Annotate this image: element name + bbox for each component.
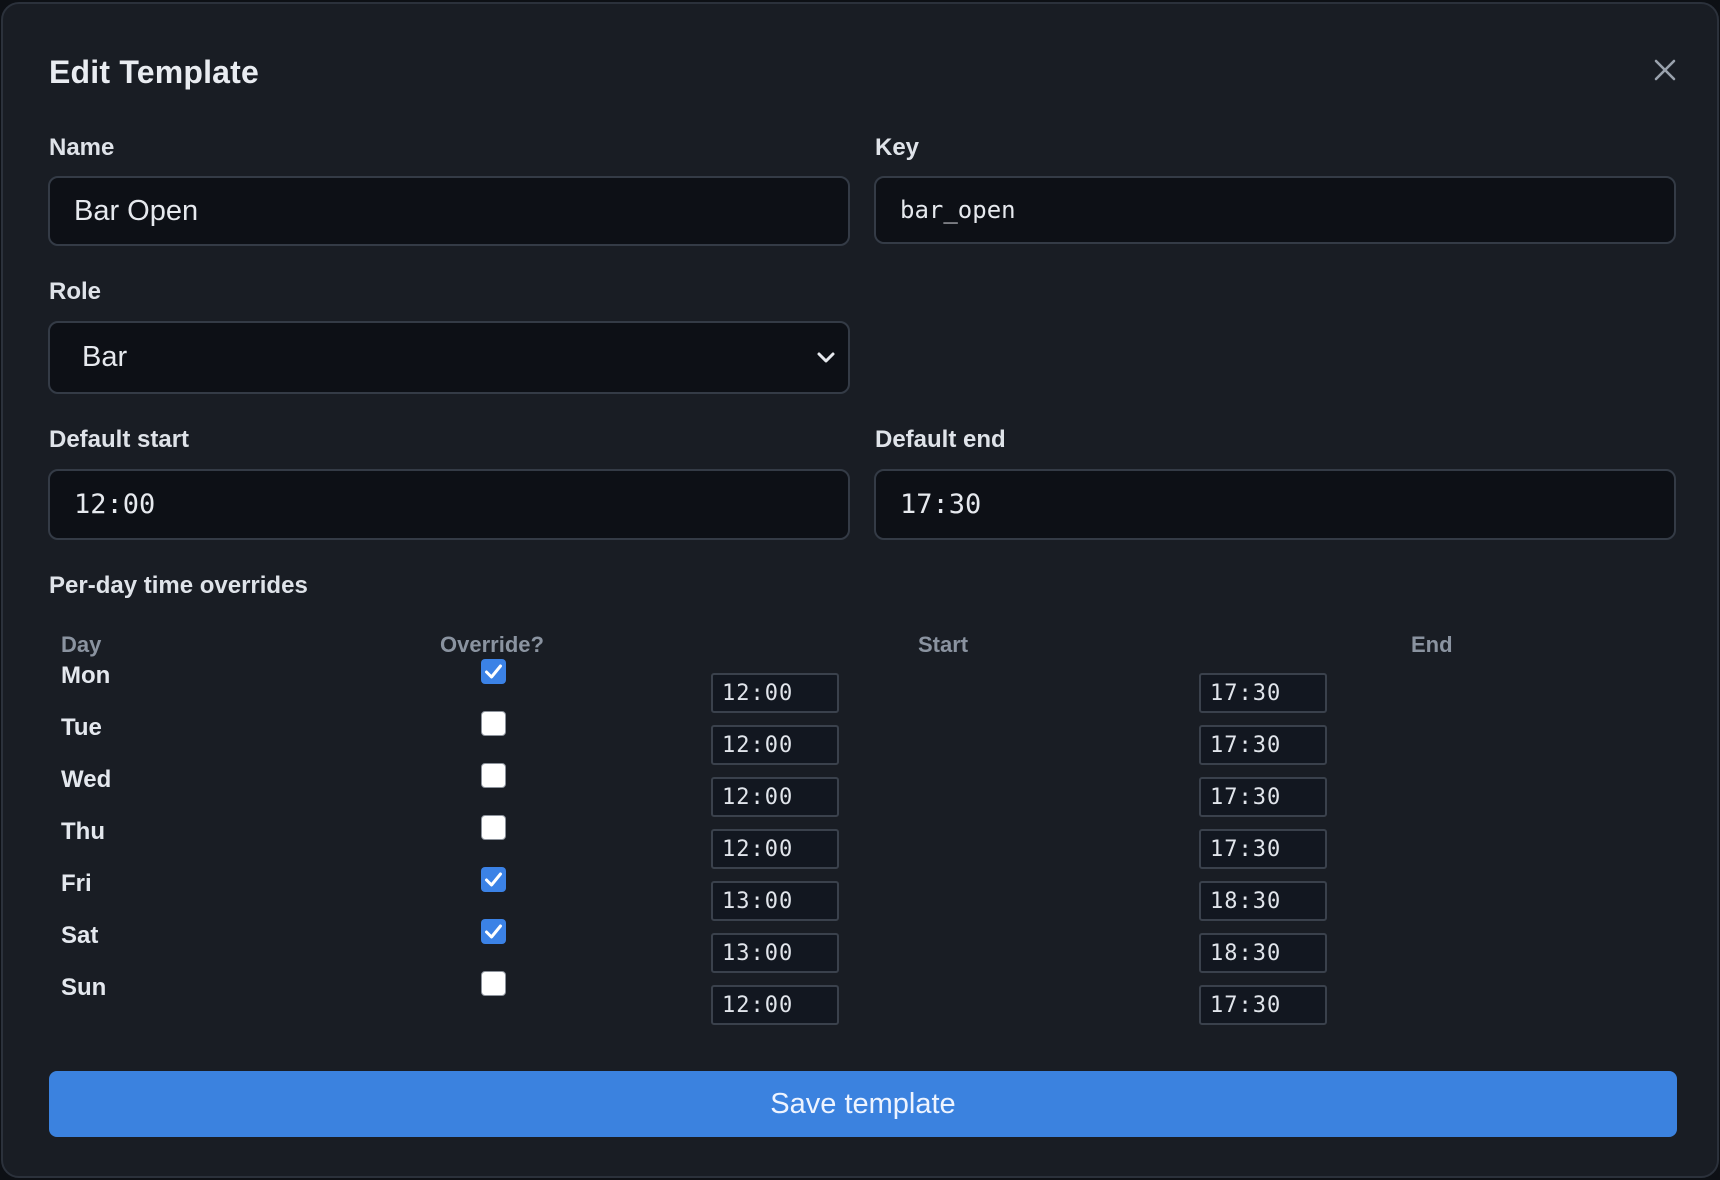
role-select[interactable]: Bar <box>48 321 850 394</box>
day-label-thu: Thu <box>61 818 105 845</box>
checkmark-icon <box>485 664 502 679</box>
start-time-input-wed[interactable]: 12:00 <box>711 777 839 817</box>
start-time-input-sat[interactable]: 13:00 <box>711 933 839 973</box>
start-time-input-fri[interactable]: 13:00 <box>711 881 839 921</box>
role-select-value: Bar <box>82 341 128 373</box>
override-checkbox-wed[interactable] <box>481 763 506 788</box>
save-template-button[interactable]: Save template <box>49 1071 1677 1137</box>
start-time-input-thu[interactable]: 12:00 <box>711 829 839 869</box>
role-label: Role <box>49 278 102 305</box>
override-checkbox-tue[interactable] <box>481 711 506 736</box>
override-checkbox-sat[interactable] <box>481 919 506 944</box>
override-checkbox-thu[interactable] <box>481 815 506 840</box>
end-time-input-thu[interactable]: 17:30 <box>1199 829 1327 869</box>
end-time-input-tue[interactable]: 17:30 <box>1199 725 1327 765</box>
edit-template-modal: Edit Template Name Bar Open Key bar_open… <box>1 2 1719 1178</box>
chevron-down-icon <box>814 346 838 370</box>
end-time-input-mon[interactable]: 17:30 <box>1199 673 1327 713</box>
start-time-input-mon[interactable]: 12:00 <box>711 673 839 713</box>
header-override: Override? <box>440 632 544 657</box>
key-label: Key <box>875 134 920 161</box>
day-label-tue: Tue <box>61 714 102 741</box>
key-input[interactable]: bar_open <box>874 176 1676 244</box>
end-time-input-fri[interactable]: 18:30 <box>1199 881 1327 921</box>
end-time-input-sun[interactable]: 17:30 <box>1199 985 1327 1025</box>
header-day: Day <box>61 632 102 657</box>
start-time-input-sun[interactable]: 12:00 <box>711 985 839 1025</box>
default-start-input[interactable]: 12:00 <box>48 469 850 540</box>
checkmark-icon <box>485 924 502 939</box>
header-start: Start <box>918 632 969 657</box>
name-input[interactable]: Bar Open <box>48 176 850 246</box>
start-time-input-tue[interactable]: 12:00 <box>711 725 839 765</box>
header-end: End <box>1411 632 1453 657</box>
overrides-section-title: Per-day time overrides <box>49 572 308 599</box>
end-time-input-wed[interactable]: 17:30 <box>1199 777 1327 817</box>
default-start-label: Default start <box>49 426 190 453</box>
override-checkbox-mon[interactable] <box>481 659 506 684</box>
day-label-sat: Sat <box>61 922 99 949</box>
modal-title: Edit Template <box>49 54 260 90</box>
name-label: Name <box>49 134 115 161</box>
checkmark-icon <box>485 872 502 887</box>
end-time-input-sat[interactable]: 18:30 <box>1199 933 1327 973</box>
day-label-fri: Fri <box>61 870 92 897</box>
close-button[interactable] <box>1651 56 1679 84</box>
override-checkbox-fri[interactable] <box>481 867 506 892</box>
day-label-sun: Sun <box>61 974 107 1001</box>
default-end-input[interactable]: 17:30 <box>874 469 1676 540</box>
default-end-label: Default end <box>875 426 1006 453</box>
day-label-wed: Wed <box>61 766 112 793</box>
day-label-mon: Mon <box>61 662 111 689</box>
override-checkbox-sun[interactable] <box>481 971 506 996</box>
close-icon <box>1651 56 1679 84</box>
